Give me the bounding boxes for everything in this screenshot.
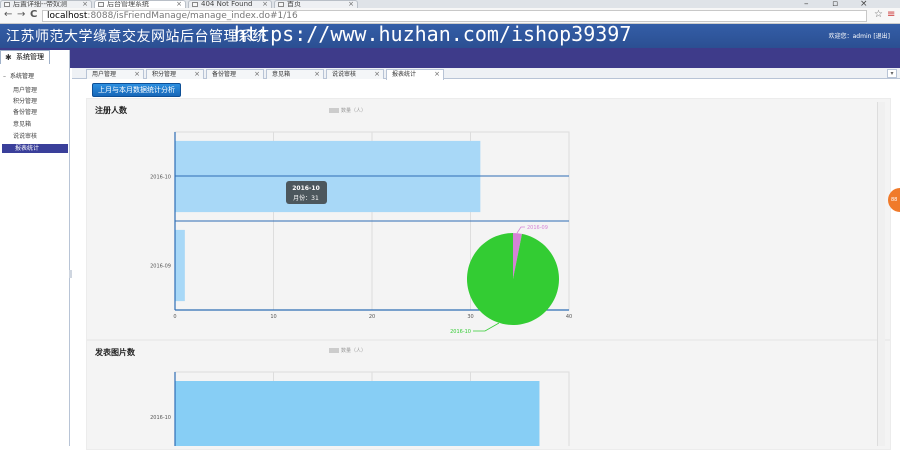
tab-label: 备份管理 bbox=[212, 71, 237, 78]
tab-backup[interactable]: 备份管理 × bbox=[206, 69, 264, 79]
browser-tab-1[interactable]: 后台管理系统 × bbox=[94, 0, 186, 8]
page-icon bbox=[278, 2, 284, 7]
url-input[interactable]: localhost:8088/isFriendManage/manage_ind… bbox=[42, 10, 867, 22]
content-tab-strip: 用户管理 × 积分管理 × 备份管理 × 意见箱 × 说说审核 × 报表统计 × ▾ bbox=[72, 68, 900, 80]
close-icon[interactable]: × bbox=[176, 1, 182, 8]
tab-label: 说说审核 bbox=[332, 71, 357, 78]
tab-label: 意见箱 bbox=[272, 71, 291, 78]
browser-tab-2[interactable]: 404 Not Found × bbox=[188, 0, 272, 8]
reload-icon[interactable]: C bbox=[30, 9, 37, 20]
sidebar-item-users[interactable]: 用户管理 bbox=[0, 86, 69, 95]
tab-points[interactable]: 积分管理 × bbox=[146, 69, 204, 79]
tab-feedback[interactable]: 意见箱 × bbox=[266, 69, 324, 79]
chart-legend[interactable]: 数量（人） bbox=[329, 107, 366, 114]
gear-icon: ✱ bbox=[5, 53, 12, 62]
browser-tab-label: 首页 bbox=[287, 0, 301, 8]
close-icon[interactable]: × bbox=[348, 1, 354, 8]
sidebar-menu-tab-label: 系统管理 bbox=[16, 53, 44, 61]
legend-label: 数量（人） bbox=[341, 108, 367, 114]
tab-label: 报表统计 bbox=[392, 71, 417, 78]
header-band bbox=[0, 48, 900, 68]
chart-panel-photos: 发表图片数 数量（人） bbox=[86, 340, 891, 450]
tab-reports[interactable]: 报表统计 × bbox=[386, 69, 444, 80]
tab-label: 积分管理 bbox=[152, 71, 177, 78]
chart-legend[interactable]: 数量（人） bbox=[329, 347, 366, 354]
app-header: 江苏师范大学缘意交友网站后台管理系统 https://www.huzhan.co… bbox=[0, 22, 900, 48]
close-icon[interactable]: × bbox=[254, 70, 260, 79]
tab-users[interactable]: 用户管理 × bbox=[86, 69, 144, 79]
sidebar-menu-tab[interactable]: ✱ 系统管理 bbox=[0, 50, 50, 64]
browser-tab-strip: 后置详细--帝奴测 × 后台管理系统 × 404 Not Found × 首页 … bbox=[0, 0, 900, 8]
sidebar: ✱ 系统管理 – 系统管理 用户管理 积分管理 备份管理 意见箱 说说审核 报表… bbox=[0, 50, 70, 446]
collapse-icon: – bbox=[3, 73, 6, 80]
back-arrow-icon[interactable]: ← bbox=[4, 9, 12, 20]
url-path: :8088/isFriendManage/manage_index.do#1/1… bbox=[87, 11, 298, 21]
browser-tab-label: 后置详细--帝奴测 bbox=[13, 0, 68, 8]
tab-menu-icon[interactable]: ▾ bbox=[887, 69, 897, 78]
close-icon[interactable]: × bbox=[314, 70, 320, 79]
page-icon bbox=[4, 2, 10, 7]
page-icon bbox=[192, 2, 198, 7]
close-icon[interactable]: × bbox=[82, 1, 88, 8]
browser-tab-3[interactable]: 首页 × bbox=[274, 0, 358, 8]
close-icon[interactable]: × bbox=[262, 1, 268, 8]
sidebar-item-review[interactable]: 说说审核 bbox=[0, 132, 69, 141]
sidebar-item-feedback[interactable]: 意见箱 bbox=[0, 120, 69, 129]
sidebar-item-points[interactable]: 积分管理 bbox=[0, 97, 69, 106]
forward-arrow-icon[interactable]: → bbox=[17, 9, 25, 20]
sidebar-group-header[interactable]: – 系统管理 bbox=[0, 72, 69, 82]
browser-menu-icon[interactable]: ≡ bbox=[887, 9, 895, 20]
panel-title: 发表图片数 bbox=[95, 347, 135, 357]
vertical-scrollbar[interactable] bbox=[877, 102, 885, 446]
tab-review[interactable]: 说说审核 × bbox=[326, 69, 384, 79]
monthly-stats-button[interactable]: 上月与本月数据统计分析 bbox=[92, 83, 181, 97]
page-icon bbox=[98, 2, 104, 7]
window-close-icon[interactable]: × bbox=[860, 0, 868, 8]
close-icon[interactable]: × bbox=[374, 70, 380, 79]
close-icon[interactable]: × bbox=[434, 70, 440, 79]
browser-tab-0[interactable]: 后置详细--帝奴测 × bbox=[0, 0, 92, 8]
maximize-icon[interactable]: ▫ bbox=[832, 0, 838, 8]
bookmark-star-icon[interactable]: ☆ bbox=[874, 9, 883, 20]
sidebar-item-reports[interactable]: 报表统计 bbox=[2, 144, 68, 153]
welcome-text[interactable]: 欢迎您：admin [退出] bbox=[829, 31, 890, 40]
watermark-text: https://www.huzhan.com/ishop39397 bbox=[234, 22, 632, 46]
sidebar-item-backup[interactable]: 备份管理 bbox=[0, 108, 69, 117]
browser-tab-label: 后台管理系统 bbox=[107, 0, 149, 8]
app-title: 江苏师范大学缘意交友网站后台管理系统 bbox=[6, 29, 267, 45]
main-content: 上月与本月数据统计分析 注册人数 数量（人） 发表图片数 数量（人） 2016-… bbox=[72, 80, 900, 450]
minimize-icon[interactable]: – bbox=[804, 0, 809, 8]
close-icon[interactable]: × bbox=[194, 70, 200, 79]
url-host: localhost bbox=[47, 11, 88, 21]
chart-panel-registrations: 注册人数 数量（人） bbox=[86, 98, 891, 340]
sidebar-group-label: 系统管理 bbox=[10, 73, 35, 80]
close-icon[interactable]: × bbox=[134, 70, 140, 79]
panel-title: 注册人数 bbox=[95, 105, 127, 115]
legend-label: 数量（人） bbox=[341, 348, 367, 354]
tab-label: 用户管理 bbox=[92, 71, 117, 78]
browser-tab-label: 404 Not Found bbox=[201, 0, 253, 8]
